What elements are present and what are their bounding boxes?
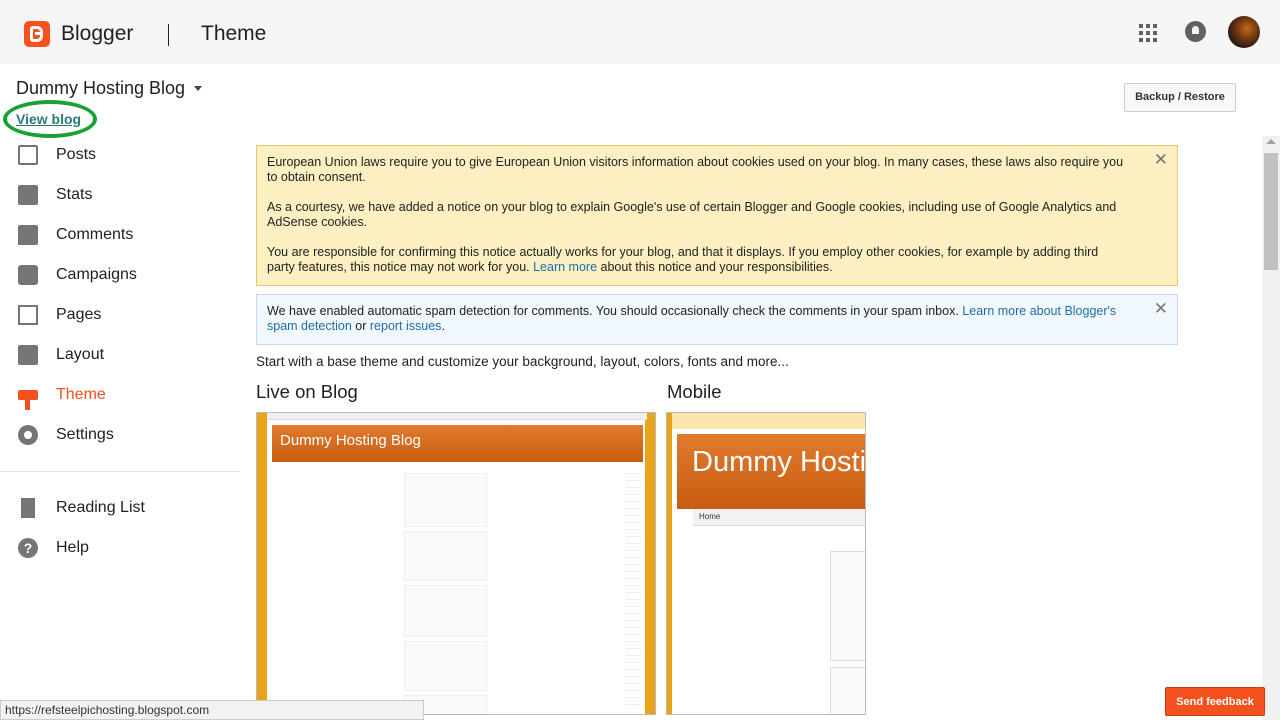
live-theme-preview[interactable]: Dummy Hosting Blog xyxy=(256,412,656,715)
send-feedback-button[interactable]: Send feedback xyxy=(1165,687,1265,716)
sidebar-item-help[interactable]: ? Help xyxy=(0,528,240,568)
cookie-notice-p2: As a courtesy, we have added a notice on… xyxy=(267,200,1117,229)
spam-notice-end: . xyxy=(441,319,445,333)
sidebar-item-label: Campaigns xyxy=(56,266,137,283)
caret-down-icon xyxy=(194,86,203,91)
preview-border xyxy=(667,413,672,714)
preview-post-thumb xyxy=(404,585,487,637)
mobile-theme-preview[interactable]: Dummy Hosting Blog Home xyxy=(666,412,866,715)
sidebar-item-label: Reading List xyxy=(56,499,145,516)
preview-border xyxy=(257,413,267,714)
layout-icon xyxy=(18,345,38,365)
brand-name[interactable]: Blogger xyxy=(61,22,133,46)
sidebar-item-label: Stats xyxy=(56,186,93,203)
sidebar-item-label: Layout xyxy=(56,346,105,363)
sidebar-item-label: Pages xyxy=(56,306,102,323)
preview-blog-title: Dummy Hosting Blog xyxy=(692,446,866,478)
notifications-icon[interactable] xyxy=(1185,21,1206,42)
preview-post-thumb xyxy=(404,641,487,691)
avatar[interactable] xyxy=(1228,16,1260,48)
blog-selector[interactable]: Dummy Hosting Blog xyxy=(16,78,203,99)
preview-top-strip xyxy=(672,413,865,429)
sidebar-item-campaigns[interactable]: Campaigns xyxy=(0,255,240,295)
live-on-blog-heading: Live on Blog xyxy=(256,381,358,402)
cookie-notice-p1: European Union laws require you to give … xyxy=(267,155,1124,184)
sidebar-item-comments[interactable]: Comments xyxy=(0,215,240,255)
close-icon[interactable]: ✕ xyxy=(1154,300,1168,317)
posts-icon xyxy=(18,145,38,165)
preview-header: Dummy Hosting Blog xyxy=(272,425,643,462)
preview-tab-label: Home xyxy=(699,512,721,521)
cookie-notice: European Union laws require you to give … xyxy=(256,145,1178,286)
sidebar-divider xyxy=(0,471,240,472)
sidebar-item-stats[interactable]: Stats xyxy=(0,175,240,215)
sidebar-item-reading-list[interactable]: Reading List xyxy=(0,488,240,528)
preview-post-card xyxy=(830,551,865,661)
sidebar-item-settings[interactable]: Settings xyxy=(0,415,240,455)
preview-post-card xyxy=(830,667,865,714)
theme-icon xyxy=(18,390,38,410)
preview-post-thumb xyxy=(404,473,487,527)
page-title: Theme xyxy=(201,22,267,45)
spam-notice-text: We have enabled automatic spam detection… xyxy=(267,304,959,318)
status-bar-url: https://refsteelpichosting.blogspot.com xyxy=(0,700,424,720)
pages-icon xyxy=(18,305,38,325)
spam-notice: We have enabled automatic spam detection… xyxy=(256,294,1178,345)
backup-restore-button[interactable]: Backup / Restore xyxy=(1124,83,1236,112)
campaigns-icon xyxy=(18,265,38,285)
learn-more-link[interactable]: Learn more xyxy=(533,260,597,274)
top-bar: Blogger Theme xyxy=(0,0,1280,64)
sidebar-item-label: Comments xyxy=(56,226,134,243)
preview-sidebar xyxy=(625,467,641,707)
sidebar-item-posts[interactable]: Posts xyxy=(0,135,240,175)
apps-grid-icon[interactable] xyxy=(1139,24,1157,42)
cookie-notice-p3: You are responsible for confirming this … xyxy=(267,245,1127,275)
scrollbar-thumb[interactable] xyxy=(1264,153,1278,270)
sidebar-item-layout[interactable]: Layout xyxy=(0,335,240,375)
stats-icon xyxy=(18,185,38,205)
mobile-heading: Mobile xyxy=(667,381,722,402)
comments-icon xyxy=(18,225,38,245)
spam-notice-or: or xyxy=(355,319,367,333)
report-issues-link[interactable]: report issues xyxy=(370,319,442,333)
bookmark-icon xyxy=(21,498,35,518)
sidebar-item-label: Theme xyxy=(56,386,106,403)
gear-icon xyxy=(18,425,38,445)
sidebar-item-label: Settings xyxy=(56,426,114,443)
scroll-up-icon[interactable] xyxy=(1266,139,1276,144)
preview-tab: Home xyxy=(693,509,865,526)
preview-border xyxy=(645,413,655,714)
cookie-notice-p3-end: about this notice and your responsibilit… xyxy=(600,260,833,274)
theme-intro-text: Start with a base theme and customize yo… xyxy=(256,354,789,369)
help-icon: ? xyxy=(18,538,38,558)
preview-header: Dummy Hosting Blog xyxy=(677,434,866,509)
sidebar-item-label: Help xyxy=(56,539,89,556)
preview-blog-title: Dummy Hosting Blog xyxy=(280,432,421,449)
sidebar-item-pages[interactable]: Pages xyxy=(0,295,240,335)
blogger-logo-icon[interactable] xyxy=(24,21,50,47)
view-blog-link[interactable]: View blog xyxy=(16,111,81,127)
divider xyxy=(168,24,169,46)
sidebar-item-label: Posts xyxy=(56,146,97,163)
close-icon[interactable]: ✕ xyxy=(1154,151,1168,168)
sidebar-item-theme[interactable]: Theme xyxy=(0,375,240,415)
preview-navbar xyxy=(267,413,647,420)
preview-post-thumb xyxy=(404,531,487,581)
blog-name: Dummy Hosting Blog xyxy=(16,78,186,98)
